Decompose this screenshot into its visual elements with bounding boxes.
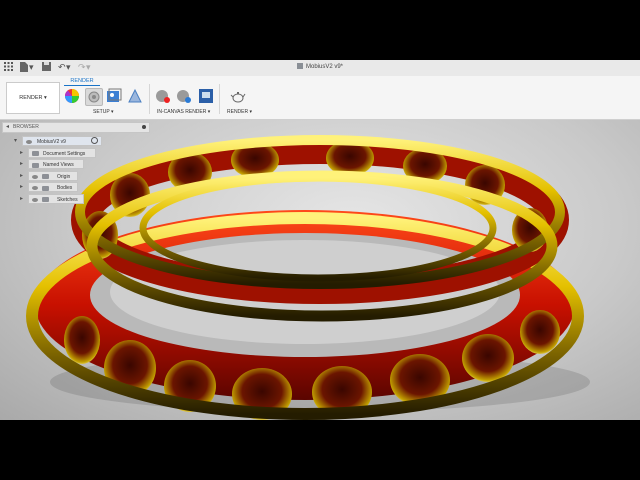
render-button[interactable] <box>230 88 246 104</box>
browser-node-row[interactable]: Document Settings <box>28 147 96 158</box>
capture-image-button[interactable] <box>198 88 214 104</box>
canvas-viewport[interactable]: ◂ BROWSER ▾ MobiusV2 v9 ▸ Document Setti… <box>0 120 640 420</box>
node-label: Document Settings <box>43 150 86 157</box>
node-label: Named Views <box>43 162 74 168</box>
chevron-right-icon[interactable]: ▸ <box>20 148 23 158</box>
ribbon-divider <box>149 84 150 114</box>
in-canvas-render-button[interactable] <box>155 88 171 104</box>
visibility-eye-icon[interactable] <box>32 197 38 202</box>
browser-node-named-views[interactable]: ▸ Named Views <box>2 159 150 169</box>
browser-node-row[interactable]: Origin <box>28 170 78 181</box>
browser-root-node[interactable]: ▾ MobiusV2 v9 <box>2 136 150 146</box>
visibility-eye-icon[interactable] <box>32 186 38 190</box>
chevron-down-icon[interactable]: ▾ <box>14 136 17 146</box>
teapot-icon <box>230 92 246 103</box>
browser-node-row[interactable]: Bodies <box>28 182 78 192</box>
color-wheel-icon <box>65 89 79 103</box>
render-group-label[interactable]: RENDER ▾ <box>227 108 252 116</box>
letterbox-top <box>0 0 640 60</box>
browser-header[interactable]: ◂ BROWSER <box>2 122 150 133</box>
decal-button[interactable] <box>127 88 143 104</box>
browser-node-document-settings[interactable]: ▸ Document Settings <box>2 147 150 158</box>
in-canvas-settings-icon <box>177 90 191 103</box>
browser-node-bodies[interactable]: ▸ Bodies <box>2 182 150 192</box>
browser-node-row[interactable]: Sketches <box>28 193 84 204</box>
in-canvas-settings-button[interactable] <box>176 88 192 104</box>
node-label: Bodies <box>57 185 73 191</box>
ribbon: RENDER RENDER ▾ SETUP ▾ IN-CANVAS RENDER… <box>0 76 640 120</box>
activate-target-icon[interactable] <box>91 137 98 144</box>
teapot-render-icon <box>156 90 170 103</box>
capture-image-icon <box>199 89 213 103</box>
browser-node-origin[interactable]: ▸ Origin <box>2 170 150 181</box>
browser-node-row[interactable]: Named Views <box>28 159 84 169</box>
folder-icon <box>42 174 49 179</box>
collapse-icon[interactable]: ◂ <box>6 123 9 132</box>
folder-icon <box>42 185 49 191</box>
visibility-eye-icon[interactable] <box>32 174 38 179</box>
tab-render[interactable]: RENDER <box>64 77 100 86</box>
chevron-right-icon[interactable]: ▸ <box>20 159 23 169</box>
in-canvas-render-group-label[interactable]: IN-CANVAS RENDER ▾ <box>157 108 210 116</box>
pin-icon[interactable] <box>142 125 146 129</box>
setup-group-label[interactable]: SETUP ▾ <box>93 108 113 116</box>
browser-panel: ◂ BROWSER ▾ MobiusV2 v9 ▸ Document Setti… <box>2 122 150 204</box>
root-label: MobiusV2 v9 <box>37 139 66 145</box>
document-title: MobiusV2 v9* <box>0 62 640 73</box>
gear-icon <box>32 151 39 156</box>
title-bar: ▾ ↶ ▾ ↷ ▾ MobiusV2 v9* <box>0 60 640 77</box>
chevron-right-icon[interactable]: ▸ <box>20 182 23 192</box>
appearance-button[interactable] <box>64 88 80 104</box>
folder-icon <box>32 162 39 168</box>
decal-icon <box>128 88 142 103</box>
folder-icon <box>42 197 49 202</box>
node-label: Sketches <box>57 196 78 203</box>
document-title-text: MobiusV2 v9* <box>305 64 344 70</box>
component-icon <box>296 63 303 69</box>
browser-root-row[interactable]: MobiusV2 v9 <box>22 136 102 146</box>
node-label: Origin <box>57 173 71 180</box>
visibility-eye-icon[interactable] <box>26 140 32 144</box>
scene-settings-icon <box>88 91 100 103</box>
fusion-app-window: ▾ ↶ ▾ ↷ ▾ MobiusV2 v9* RENDER RENDER ▾ S… <box>0 60 640 420</box>
scene-settings-button[interactable] <box>85 88 103 106</box>
browser-title: BROWSER <box>13 124 39 130</box>
browser-node-sketches[interactable]: ▸ Sketches <box>2 193 150 204</box>
ribbon-divider <box>219 84 220 114</box>
chevron-right-icon[interactable]: ▸ <box>20 171 23 181</box>
letterbox-bottom <box>0 420 640 480</box>
chevron-right-icon[interactable]: ▸ <box>20 194 23 204</box>
texture-map-button[interactable] <box>106 88 122 104</box>
texture-map-icon <box>107 88 122 102</box>
workspace-switcher[interactable]: RENDER ▾ <box>6 82 60 114</box>
